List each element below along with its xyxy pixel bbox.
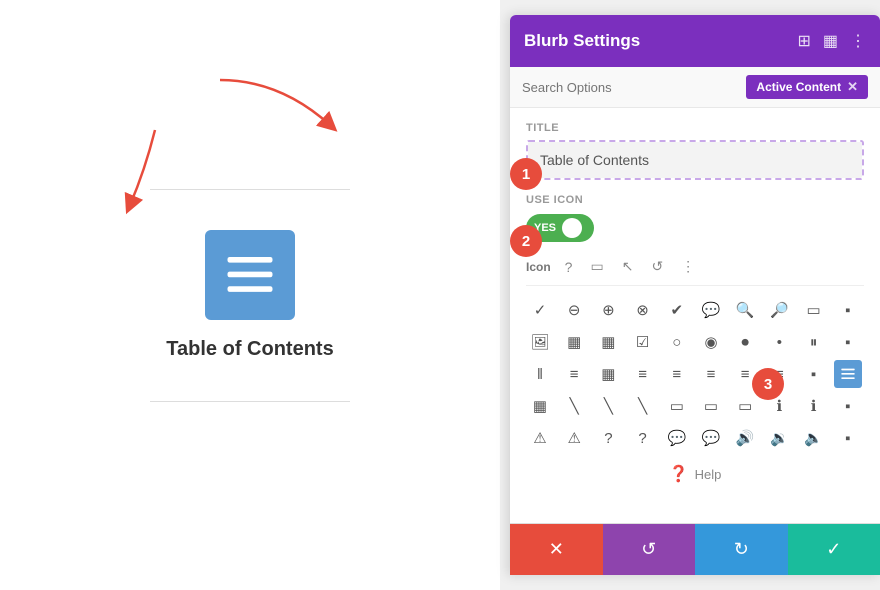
icon-document[interactable]: ▪ <box>800 360 828 388</box>
icon-square[interactable]: ▭ <box>800 296 828 324</box>
icon-dot-circle[interactable]: ◉ <box>697 328 725 356</box>
toggle-thumb <box>562 218 582 238</box>
toggle-wrapper: YES <box>526 214 864 242</box>
step-badge-1: 1 <box>510 158 542 190</box>
icon-diagonal3[interactable]: ╲ <box>629 392 657 420</box>
icon-chat[interactable]: 💬 <box>697 296 725 324</box>
icon-check-box[interactable]: ☑ <box>629 328 657 356</box>
title-input-wrapper <box>526 140 864 180</box>
icon-layout3[interactable]: ▦ <box>526 392 554 420</box>
use-icon-label: Use Icon <box>526 194 864 206</box>
icon-layout2[interactable]: ▦ <box>594 328 622 356</box>
icon-table[interactable]: ▦ <box>594 360 622 388</box>
step-badge-2: 2 <box>510 225 542 257</box>
icon-circle[interactable]: ○ <box>663 328 691 356</box>
title-label: Title <box>526 122 864 134</box>
save-button[interactable]: ✓ <box>788 524 880 575</box>
bottom-bar: ✕ ↺ ↻ ✓ <box>510 523 880 575</box>
icon-lines-active[interactable] <box>834 360 862 388</box>
icon-list[interactable]: ≡ <box>560 360 588 388</box>
icon-section-label: Icon <box>526 260 551 274</box>
cancel-button[interactable]: ✕ <box>510 524 603 575</box>
reset-button[interactable]: ↺ <box>603 524 696 575</box>
icon-image[interactable]: 🖼 <box>526 328 554 356</box>
icon-cursor-button[interactable]: ↖ <box>618 256 638 277</box>
icon-align-right[interactable]: ≡ <box>697 360 725 388</box>
columns-icon[interactable]: ▦ <box>823 31 838 51</box>
canvas-area: Table of Contents <box>0 0 500 590</box>
icon-mobile-button[interactable]: ▭ <box>586 256 607 277</box>
icon-volume2[interactable]: 🔉 <box>765 424 793 452</box>
icon-volume1[interactable]: 🔊 <box>731 424 759 452</box>
help-circle-icon: ❓ <box>669 464 689 484</box>
icon-info2[interactable]: ℹ <box>800 392 828 420</box>
icon-square-fill[interactable]: ▪ <box>834 296 862 324</box>
close-active-content-button[interactable]: ✕ <box>847 79 858 95</box>
icon-volume3[interactable]: 🔈 <box>800 424 828 452</box>
bottom-divider <box>150 401 350 402</box>
icon-block2[interactable]: ▪ <box>834 392 862 420</box>
icon-question2[interactable]: ? <box>629 424 657 452</box>
icon-record[interactable]: ⏺ <box>731 328 759 356</box>
icon-check-circle[interactable]: ✔ <box>663 296 691 324</box>
icon-chat3[interactable]: 💬 <box>697 424 725 452</box>
icon-question1[interactable]: ? <box>594 424 622 452</box>
redo-button[interactable]: ↻ <box>695 524 788 575</box>
icon-check[interactable]: ✓ <box>526 296 554 324</box>
help-section[interactable]: ❓ Help <box>526 452 864 492</box>
icon-rect1[interactable]: ▭ <box>663 392 691 420</box>
icon-pause[interactable]: ⏸ <box>800 328 828 356</box>
more-icon[interactable]: ⋮ <box>850 31 866 51</box>
top-divider <box>150 189 350 190</box>
step-badge-3: 3 <box>752 368 784 400</box>
panel-content: Title Use Icon YES Icon ? ▭ ↖ ↺ ⋮ ✓ ⊖ <box>510 108 880 523</box>
icon-undo-button[interactable]: ↺ <box>647 256 667 277</box>
arrow-2 <box>100 120 180 220</box>
icon-minus-circle[interactable]: ⊖ <box>560 296 588 324</box>
help-label: Help <box>695 467 722 482</box>
icon-more-button[interactable]: ⋮ <box>677 256 699 277</box>
active-content-badge: Active Content ✕ <box>746 75 868 99</box>
blurb-settings-panel: Blurb Settings ⊞ ▦ ⋮ Active Content ✕ Ti… <box>510 15 880 575</box>
icon-search[interactable]: 🔎 <box>765 296 793 324</box>
search-input[interactable] <box>522 80 738 95</box>
icon-block3[interactable]: ▪ <box>834 424 862 452</box>
icon-chat2[interactable]: 💬 <box>663 424 691 452</box>
icon-diagonal1[interactable]: ╲ <box>560 392 588 420</box>
active-content-label: Active Content <box>756 80 841 94</box>
icon-dot[interactable]: • <box>765 328 793 356</box>
icon-warning1[interactable]: ⚠ <box>526 424 554 452</box>
icon-layout1[interactable]: ▦ <box>560 328 588 356</box>
icon-diagonal2[interactable]: ╲ <box>594 392 622 420</box>
icon-block[interactable]: ▪ <box>834 328 862 356</box>
icons-grid: ✓ ⊖ ⊕ ⊗ ✔ 💬 🔍 🔎 ▭ ▪ 🖼 ▦ ▦ ☑ ○ ◉ ⏺ • ⏸ <box>526 296 864 452</box>
arrow-1 <box>200 70 360 150</box>
icon-align-left[interactable]: ≡ <box>663 360 691 388</box>
icon-pilcrow[interactable]: ‖ <box>526 360 554 388</box>
icon-warning2[interactable]: ⚠ <box>560 424 588 452</box>
panel-title: Blurb Settings <box>524 31 640 51</box>
panel-header-icons: ⊞ ▦ ⋮ <box>797 31 866 51</box>
icon-rect3[interactable]: ▭ <box>731 392 759 420</box>
canvas-blurb-icon <box>205 230 295 320</box>
icon-help-button[interactable]: ? <box>561 257 577 277</box>
title-input[interactable] <box>528 142 862 178</box>
icons-scroll-area: ✓ ⊖ ⊕ ⊗ ✔ 💬 🔍 🔎 ▭ ▪ 🖼 ▦ ▦ ☑ ○ ◉ ⏺ • ⏸ <box>526 296 864 452</box>
icon-search-plus[interactable]: 🔍 <box>731 296 759 324</box>
icon-toolbar: Icon ? ▭ ↖ ↺ ⋮ <box>526 256 864 286</box>
icon-align-center[interactable]: ≡ <box>629 360 657 388</box>
icon-rect2[interactable]: ▭ <box>697 392 725 420</box>
icon-plus-circle[interactable]: ⊕ <box>594 296 622 324</box>
canvas-title: Table of Contents <box>166 338 333 361</box>
resize-icon[interactable]: ⊞ <box>797 31 810 51</box>
search-bar: Active Content ✕ <box>510 67 880 108</box>
panel-header: Blurb Settings ⊞ ▦ ⋮ <box>510 15 880 67</box>
icon-x-circle[interactable]: ⊗ <box>629 296 657 324</box>
